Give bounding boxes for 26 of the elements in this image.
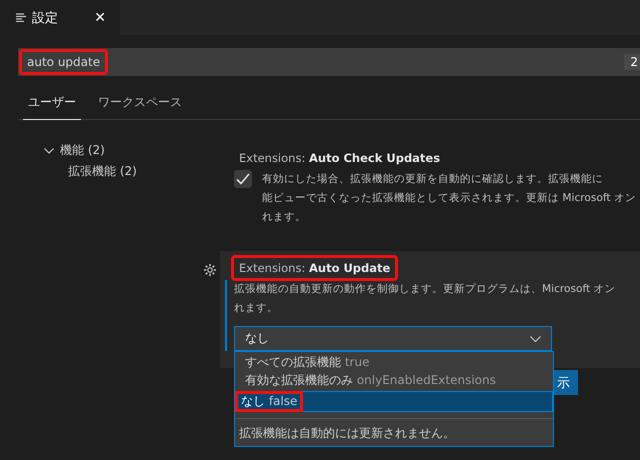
dropdown-option[interactable]: すべての拡張機能 true [235,352,553,370]
setting-title: Extensions: Auto Check Updates [238,150,442,167]
tab-title: 設定 [32,10,58,26]
editor-tab[interactable]: 設定 ✕ [0,0,120,35]
search-field[interactable]: auto update 2 [18,48,640,76]
gear-icon[interactable] [203,263,217,277]
tree-item[interactable]: 拡張機能 (2) [44,161,220,182]
dropdown-field[interactable]: なし [234,326,552,351]
setting-description: 能ビューで古くなった拡張機能として表示されます。更新は Microsoft オン [262,191,636,206]
setting-description: 有効にした場合、拡張機能の更新を自動的に確認します。拡張機能に [262,172,604,187]
close-icon[interactable]: ✕ [94,10,106,26]
scope-tab[interactable]: ワークスペース [93,90,187,119]
chevron-icon[interactable] [44,148,54,154]
tree-item[interactable]: 機能 (2) [60,142,105,159]
chevron-icon [530,336,541,342]
setting-description: れます。 [234,301,279,316]
result-count: 2 [624,54,640,70]
checkbox[interactable] [234,170,252,188]
list-icon [16,13,26,22]
setting-title: Extensions: Auto Update [234,258,396,278]
search-text: auto update [22,52,106,72]
setting-description: 拡張機能の自動更新の動作を制御します。更新プログラムは、Microsoft オン [234,282,617,297]
dropdown-option[interactable]: なし false [235,391,553,412]
scope-tab[interactable]: ユーザー [23,90,81,120]
option-description: 拡張機能は自動的には更新されません。 [235,418,553,446]
setting-description: れます。 [262,210,307,225]
